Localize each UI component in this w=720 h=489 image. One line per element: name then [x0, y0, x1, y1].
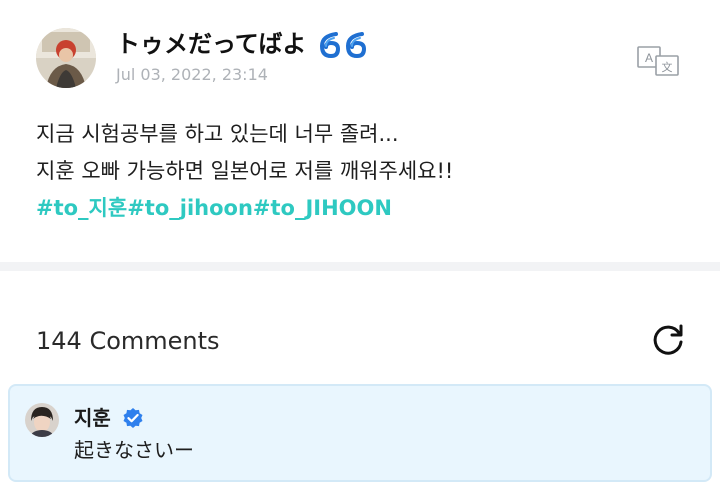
refresh-button[interactable] [648, 320, 688, 360]
section-divider [0, 262, 720, 271]
cyclone-emoji-icon [319, 32, 367, 59]
translate-icon: A 文 [637, 46, 679, 76]
hashtag-link[interactable]: #to_jihoon [127, 196, 253, 220]
svg-text:文: 文 [662, 60, 673, 74]
hashtag-link[interactable]: #to_JIHOON [253, 196, 392, 220]
author-name[interactable]: トゥメだってばよ [116, 28, 306, 60]
author-avatar[interactable] [36, 28, 96, 88]
refresh-icon [653, 324, 683, 355]
post-text-line-1: 지금 시험공부를 하고 있는데 너무 졸려... [36, 122, 399, 146]
post-detail-page: トゥメだってばよ Jul 03, 2022, 23:14 A 文 지금 시험공부… [0, 0, 720, 489]
commenter-name[interactable]: 지훈 [74, 404, 111, 432]
svg-text:A: A [645, 51, 653, 65]
highlighted-comment[interactable]: 지훈 起きなさいー [8, 384, 712, 482]
commenter-avatar[interactable] [25, 403, 59, 437]
verified-badge-icon [123, 408, 143, 428]
comments-count: 144 Comments [36, 327, 220, 355]
author-avatar-image [36, 28, 96, 88]
post-text-line-2: 지훈 오빠 가능하면 일본어로 저를 깨워주세요!! [36, 159, 454, 183]
commenter-avatar-image [25, 403, 59, 437]
hashtag-row: #to_지훈#to_jihoon#to_JIHOON [36, 190, 686, 227]
hashtag-link[interactable]: #to_지훈 [36, 196, 127, 220]
post-date: Jul 03, 2022, 23:14 [116, 65, 268, 84]
translate-button[interactable]: A 文 [636, 44, 682, 78]
comment-text: 起きなさいー [74, 438, 194, 462]
post-body: 지금 시험공부를 하고 있는데 너무 졸려... 지훈 오빠 가능하면 일본어로… [36, 116, 686, 227]
